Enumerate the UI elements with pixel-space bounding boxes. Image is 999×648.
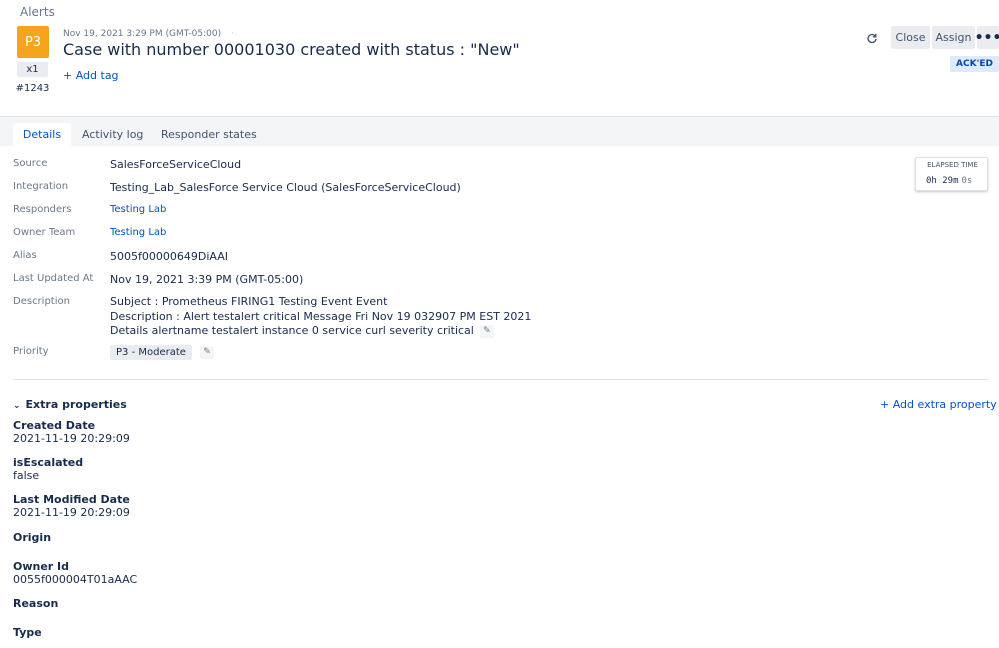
priority-label: Priority bbox=[13, 346, 49, 357]
breadcrumb[interactable]: Alerts bbox=[20, 5, 55, 19]
priority-badge: P3 bbox=[17, 26, 49, 58]
property-key: Origin bbox=[13, 531, 52, 544]
property-key: isEscalated bbox=[13, 456, 84, 469]
description-line: Description : Alert testalert critical M… bbox=[110, 309, 532, 323]
alert-timestamp: Nov 19, 2021 3:29 PM (GMT-05:00) · bbox=[63, 29, 234, 39]
elapsed-time-card: ELAPSED TIME 0h 29m 0s bbox=[915, 157, 988, 191]
extra-properties-toggle[interactable]: ⌄ Extra properties bbox=[13, 398, 127, 411]
property-value: 2021-11-19 20:29:09 bbox=[13, 432, 130, 445]
description-line: Subject : Prometheus FIRING1 Testing Eve… bbox=[110, 295, 388, 308]
property-key: Created Date bbox=[13, 419, 96, 432]
property-key: Last Modified Date bbox=[13, 493, 130, 506]
tiny-id: #1243 bbox=[15, 83, 50, 94]
last-updated-label: Last Updated At bbox=[13, 273, 94, 284]
description-line: Details alertname testalert instance 0 s… bbox=[110, 324, 531, 339]
divider bbox=[13, 379, 988, 380]
close-button[interactable]: Close bbox=[891, 26, 930, 49]
last-updated-value: Nov 19, 2021 3:39 PM (GMT-05:00) bbox=[110, 273, 304, 286]
tab-details[interactable]: Details bbox=[13, 123, 71, 146]
owner-team-link[interactable]: Testing Lab bbox=[110, 227, 166, 238]
alert-count: x1 bbox=[17, 62, 48, 77]
tab-activity-log[interactable]: Activity log bbox=[82, 123, 143, 146]
property-key: Reason bbox=[13, 597, 59, 610]
elapsed-time-label: ELAPSED TIME bbox=[927, 161, 978, 169]
responders-label: Responders bbox=[13, 204, 72, 215]
responders-link[interactable]: Testing Lab bbox=[110, 204, 166, 215]
add-tag-link[interactable]: + Add tag bbox=[63, 69, 119, 82]
alias-label: Alias bbox=[13, 250, 37, 261]
status-badge: ACK'ED bbox=[950, 56, 999, 72]
edit-description-icon[interactable]: ✎ bbox=[479, 324, 494, 338]
source-label: Source bbox=[13, 158, 48, 169]
edit-priority-icon[interactable]: ✎ bbox=[200, 346, 214, 359]
alias-value: 5005f00000649DiAAI bbox=[110, 250, 228, 263]
property-value: false bbox=[13, 469, 40, 482]
description-label: Description bbox=[13, 296, 70, 307]
priority-value[interactable]: P3 - Moderate bbox=[110, 345, 192, 360]
more-actions-button[interactable]: ••• bbox=[975, 26, 999, 49]
integration-value: Testing_Lab_SalesForce Service Cloud (Sa… bbox=[110, 181, 461, 194]
property-value: 0055f000004T01aAAC bbox=[13, 573, 138, 586]
refresh-icon[interactable] bbox=[864, 30, 880, 46]
property-key: Owner Id bbox=[13, 560, 70, 573]
alert-title: Case with number 00001030 created with s… bbox=[63, 40, 520, 59]
refresh-icon-glyph bbox=[867, 33, 877, 44]
property-value: 2021-11-19 20:29:09 bbox=[13, 506, 130, 519]
tab-bar bbox=[0, 116, 999, 146]
elapsed-time-value: 0h 29m 0s bbox=[926, 176, 973, 186]
add-extra-property-link[interactable]: + Add extra property bbox=[880, 398, 997, 411]
integration-label: Integration bbox=[13, 181, 69, 192]
chevron-down-icon: ⌄ bbox=[13, 401, 21, 411]
assign-button[interactable]: Assign bbox=[932, 26, 975, 49]
description-value: Subject : Prometheus FIRING1 Testing Eve… bbox=[110, 295, 531, 339]
property-key: Type bbox=[13, 626, 42, 639]
tab-responder-states[interactable]: Responder states bbox=[161, 123, 257, 146]
source-value: SalesForceServiceCloud bbox=[110, 158, 242, 171]
owner-team-label: Owner Team bbox=[13, 227, 76, 238]
